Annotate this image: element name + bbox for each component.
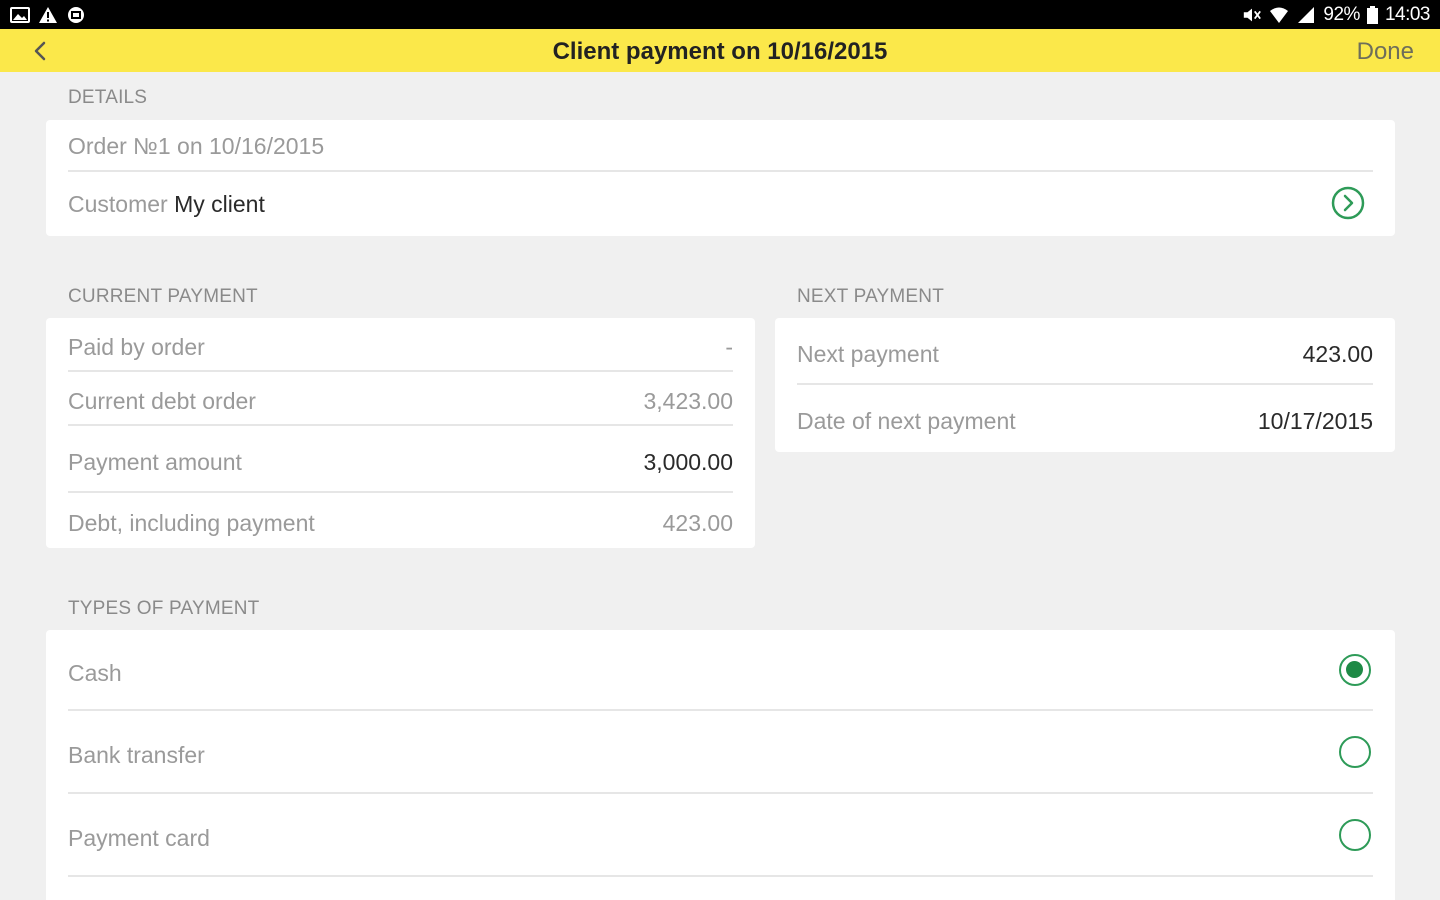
chevron-right-circle-icon[interactable] xyxy=(1331,186,1365,220)
customer-value: My client xyxy=(174,191,265,217)
warning-icon xyxy=(39,7,57,23)
row-value: - xyxy=(725,334,733,360)
page-title: Client payment on 10/16/2015 xyxy=(552,38,888,65)
row-label: Current debt order xyxy=(68,388,256,414)
divider xyxy=(68,875,1373,877)
row-label: Paid by order xyxy=(68,334,205,360)
next-payment-row[interactable]: Next payment 423.00 xyxy=(797,341,1373,368)
divider xyxy=(68,709,1373,711)
payment-option-payment-card[interactable]: Payment card xyxy=(68,825,1373,852)
mute-icon xyxy=(1244,8,1262,22)
status-bar-left xyxy=(10,5,86,25)
list-item: Debt, including payment 423.00 xyxy=(68,510,733,537)
list-item: Paid by order - xyxy=(68,334,733,361)
order-text: Order №1 on 10/16/2015 xyxy=(68,133,325,159)
radio-cash[interactable] xyxy=(1339,654,1371,686)
types-of-payment-card: Cash Bank transfer Payment card xyxy=(46,630,1395,900)
row-label: Date of next payment xyxy=(797,408,1016,434)
next-payment-date-row[interactable]: Date of next payment 10/17/2015 xyxy=(797,408,1373,435)
done-button[interactable]: Done xyxy=(1357,38,1414,66)
wifi-icon xyxy=(1270,7,1289,23)
option-label: Bank transfer xyxy=(68,742,205,768)
payment-amount-row[interactable]: Payment amount 3,000.00 xyxy=(68,449,733,476)
battery-icon xyxy=(1366,6,1378,24)
divider xyxy=(68,491,733,493)
types-of-payment-header: TYPES OF PAYMENT xyxy=(68,598,260,619)
divider xyxy=(797,383,1373,385)
details-card: Order №1 on 10/16/2015 Customer My clien… xyxy=(46,120,1395,236)
order-row: Order №1 on 10/16/2015 xyxy=(68,133,1373,160)
payment-option-cash[interactable]: Cash xyxy=(68,660,1373,687)
row-label: Next payment xyxy=(797,341,939,367)
toolbar: Client payment on 10/16/2015 Done xyxy=(0,29,1440,72)
divider xyxy=(68,424,733,426)
row-value: 3,423.00 xyxy=(643,388,733,414)
app-icon xyxy=(68,7,84,23)
current-payment-header: CURRENT PAYMENT xyxy=(68,286,258,307)
next-payment-header: NEXT PAYMENT xyxy=(797,286,945,307)
divider xyxy=(68,792,1373,794)
payment-option-bank-transfer[interactable]: Bank transfer xyxy=(68,742,1373,769)
clock: 14:03 xyxy=(1384,4,1431,25)
radio-payment-card[interactable] xyxy=(1339,819,1371,851)
details-header: DETAILS xyxy=(68,87,148,108)
status-bar-right: 92% 14:03 xyxy=(1242,4,1431,26)
customer-row[interactable]: Customer My client xyxy=(68,191,1373,218)
next-payment-date-value[interactable]: 10/17/2015 xyxy=(1258,408,1373,435)
payment-amount-value[interactable]: 3,000.00 xyxy=(643,449,733,476)
gallery-icon xyxy=(10,7,30,23)
next-payment-value[interactable]: 423.00 xyxy=(1303,341,1373,368)
option-label: Cash xyxy=(68,660,122,686)
row-label: Debt, including payment xyxy=(68,510,315,536)
divider xyxy=(68,170,1373,172)
battery-percent: 92% xyxy=(1323,4,1360,25)
current-payment-card: Paid by order - Current debt order 3,423… xyxy=(46,318,755,548)
row-value: 423.00 xyxy=(662,510,733,536)
list-item: Current debt order 3,423.00 xyxy=(68,388,733,415)
option-label: Payment card xyxy=(68,825,210,851)
customer-label: Customer xyxy=(68,191,168,217)
divider xyxy=(68,370,733,372)
radio-bank-transfer[interactable] xyxy=(1339,736,1371,768)
row-label: Payment amount xyxy=(68,449,242,475)
next-payment-card: Next payment 423.00 Date of next payment… xyxy=(775,318,1395,452)
status-bar: 92% 14:03 xyxy=(0,0,1440,29)
signal-icon xyxy=(1298,7,1315,23)
